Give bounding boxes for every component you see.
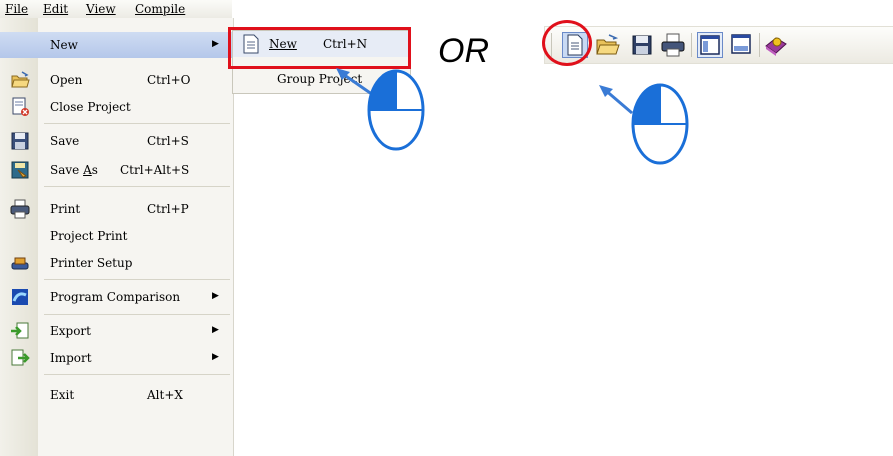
- menu-item-import[interactable]: Import ▶: [0, 345, 233, 371]
- menu-separator: [44, 374, 230, 375]
- menu-item-label: Open: [50, 73, 83, 87]
- menu-item-label: New: [50, 38, 78, 52]
- mouse-click-icon: [336, 68, 425, 151]
- file-menu: New ▶ Open Ctrl+O Close Project Save Ctr…: [0, 18, 234, 456]
- menu-compile[interactable]: Compile: [135, 2, 185, 16]
- toolbar-separator: [691, 33, 692, 57]
- menu-file[interactable]: File: [5, 2, 28, 16]
- shortcut-label: Ctrl+S: [147, 134, 189, 148]
- menu-item-exit[interactable]: Exit Alt+X: [0, 382, 233, 408]
- print-button[interactable]: [660, 32, 686, 58]
- menu-item-label: Project Print: [50, 229, 128, 243]
- menu-item-label: Export: [50, 324, 91, 338]
- submenu-arrow-icon: ▶: [212, 352, 219, 362]
- submenu-arrow-icon: ▶: [212, 291, 219, 301]
- menu-item-project-print[interactable]: Project Print: [0, 223, 233, 249]
- menu-separator: [44, 123, 230, 124]
- submenu-arrow-icon: ▶: [212, 325, 219, 335]
- open-folder-icon: [10, 70, 30, 90]
- menu-view[interactable]: View: [86, 2, 116, 16]
- project-view-icon: [700, 35, 720, 55]
- menu-item-label: Printer Setup: [50, 256, 133, 270]
- save-button[interactable]: [629, 32, 655, 58]
- menu-separator: [44, 279, 230, 280]
- menu-item-open[interactable]: Open Ctrl+O: [0, 67, 233, 93]
- save-icon: [10, 131, 30, 151]
- project-view-button[interactable]: [697, 32, 723, 58]
- menu-separator: [44, 314, 230, 315]
- menu-item-label: Program Comparison: [50, 290, 181, 304]
- menu-item-new[interactable]: New ▶: [0, 32, 233, 58]
- save-as-icon: [10, 160, 30, 180]
- submenu-arrow-icon: ▶: [212, 39, 219, 49]
- program-comparison-icon: [10, 287, 30, 307]
- menu-item-label: Save As: [50, 163, 98, 177]
- menu-bar: File Edit View Compile: [0, 0, 232, 18]
- help-book-icon: [765, 37, 787, 56]
- menu-item-label: Import: [50, 351, 92, 365]
- menu-item-close-project[interactable]: Close Project: [0, 94, 233, 120]
- menu-item-printer-setup[interactable]: Printer Setup: [0, 250, 233, 276]
- print-icon: [10, 199, 30, 219]
- menu-item-export[interactable]: Export ▶: [0, 318, 233, 344]
- menu-item-program-comparison[interactable]: Program Comparison ▶: [0, 284, 233, 310]
- mouse-click-icon: [599, 83, 689, 165]
- menu-item-label: Save: [50, 134, 80, 148]
- open-button[interactable]: [595, 32, 621, 58]
- menu-item-label: Exit: [50, 388, 75, 402]
- window-view-icon: [731, 34, 751, 54]
- close-project-icon: [10, 97, 30, 117]
- open-folder-icon: [596, 34, 620, 55]
- shortcut-label: Ctrl+O: [147, 73, 191, 87]
- help-button[interactable]: [763, 32, 789, 58]
- window-view-button[interactable]: [729, 32, 755, 58]
- menu-item-label: Close Project: [50, 100, 131, 114]
- printer-setup-icon: [10, 253, 30, 273]
- toolbar-separator: [759, 33, 760, 57]
- menu-item-label: Print: [50, 202, 81, 216]
- highlight-circle: [542, 20, 592, 66]
- toolbar: [544, 26, 893, 64]
- menu-edit[interactable]: Edit: [43, 2, 68, 16]
- import-icon: [10, 348, 30, 368]
- print-icon: [661, 33, 685, 57]
- shortcut-label: Ctrl+P: [147, 202, 189, 216]
- menu-item-save[interactable]: Save Ctrl+S: [0, 128, 233, 154]
- export-icon: [10, 321, 30, 341]
- menu-separator: [44, 186, 230, 187]
- menu-item-save-as[interactable]: Save As Ctrl+Alt+S: [0, 157, 233, 183]
- menu-item-print[interactable]: Print Ctrl+P: [0, 196, 233, 222]
- shortcut-label: Alt+X: [147, 388, 183, 402]
- shortcut-label: Ctrl+Alt+S: [120, 163, 190, 177]
- save-icon: [632, 35, 652, 55]
- or-label: OR: [438, 32, 489, 70]
